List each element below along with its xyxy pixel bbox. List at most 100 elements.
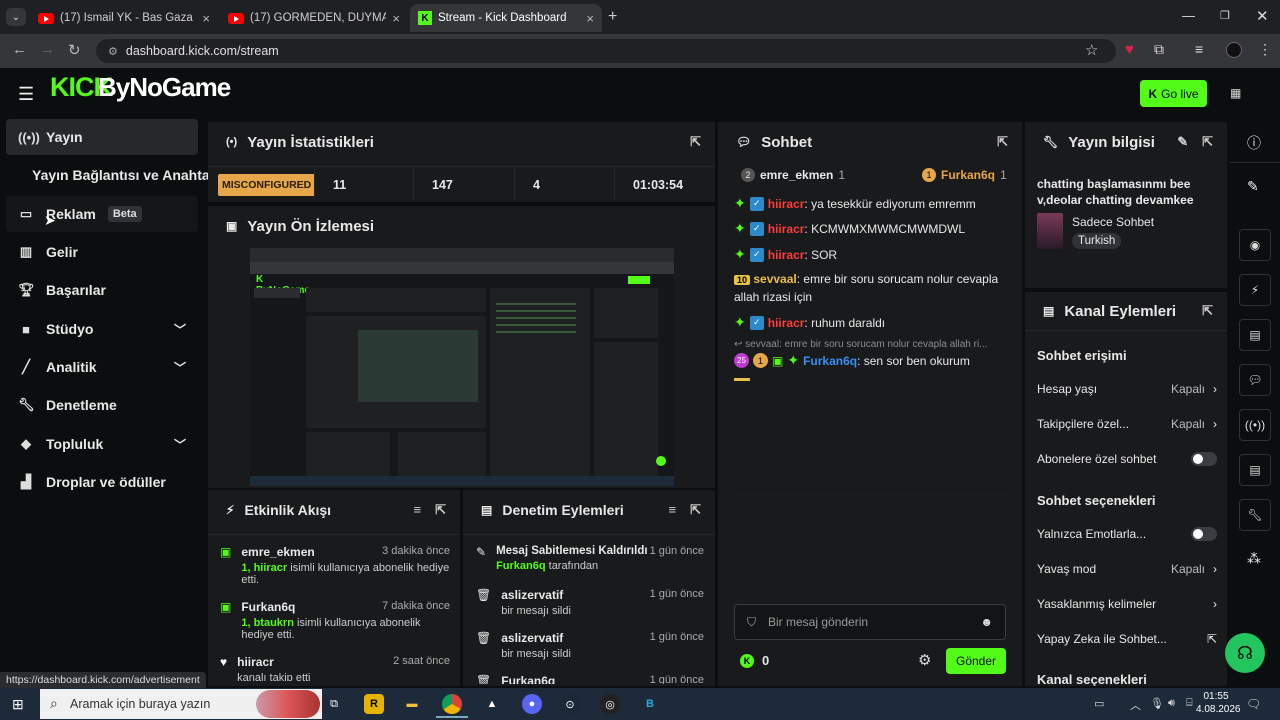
address-bar[interactable]: ⚙ dashboard.kick.com/stream: [96, 39, 1116, 63]
sidebar-item-studyo[interactable]: ■ Stüdyo ﹀: [6, 311, 198, 347]
layout-icon[interactable]: ▦: [1230, 86, 1241, 100]
chat-message[interactable]: 10 sevvaal: emre bir soru sorucam nolur …: [734, 271, 1014, 306]
chat-input[interactable]: ⛉ Bir mesaj gönderin ☻: [734, 604, 1006, 640]
activity-user[interactable]: emre_ekmen: [241, 545, 314, 559]
chat-message[interactable]: ✦ ✓ hiiracr: SOR: [734, 246, 837, 263]
back-icon[interactable]: ←: [12, 41, 27, 58]
browser-tab-1[interactable]: (17) İsmail YK - Bas Gaza (Offici ×: [30, 4, 218, 32]
stream-preview-video[interactable]: K ByNoGame: [250, 248, 674, 486]
popout-icon[interactable]: ⇱: [1202, 303, 1213, 319]
chrome-icon[interactable]: [442, 694, 462, 714]
followers-only-row[interactable]: Takipçilere özel... Kapalı ›: [1037, 414, 1217, 434]
popout-icon[interactable]: ⇱: [435, 502, 446, 518]
lightning-icon[interactable]: ⚡︎: [1239, 274, 1271, 306]
chat-top-user[interactable]: 2 emre_ekmen 1: [741, 168, 845, 182]
restore-icon[interactable]: ❐: [1220, 9, 1230, 22]
close-icon[interactable]: ×: [586, 11, 594, 26]
filter-icon[interactable]: ≡: [669, 502, 677, 518]
sidebar-item-basarilar[interactable]: 🏆︎ Başarılar: [6, 272, 198, 308]
chat-username[interactable]: Furkan6q: [803, 354, 857, 368]
document-icon[interactable]: ▤: [1239, 319, 1271, 351]
broadcast-icon[interactable]: ((•)): [1239, 409, 1271, 441]
emoji-icon[interactable]: ☻: [980, 615, 993, 629]
slow-mode-row[interactable]: Yavaş mod Kapalı ›: [1037, 559, 1217, 579]
windows-start-icon[interactable]: ⊞: [12, 696, 24, 713]
app-icon[interactable]: ▲: [482, 694, 502, 714]
banned-words-row[interactable]: Yasaklanmış kelimeler ›: [1037, 594, 1217, 614]
support-headset-icon[interactable]: ☊: [1225, 633, 1265, 673]
profile-avatar[interactable]: [1226, 42, 1242, 58]
popout-icon[interactable]: ⇱: [1202, 134, 1213, 150]
go-live-button[interactable]: K Go live: [1140, 80, 1207, 107]
sidebar-item-stream-key[interactable]: Yayın Bağlantısı ve Anahtarı: [6, 157, 219, 193]
bookmark-star-icon[interactable]: ☆: [1085, 41, 1098, 59]
reply-preview[interactable]: ↩ sevvaal: emre bir soru sorucam nolur c…: [734, 339, 988, 350]
extensions-icon[interactable]: ⧉: [1154, 41, 1164, 58]
chat-message[interactable]: ✦ ✓ hiiracr: ya tesekkür ediyorum emremm: [734, 195, 976, 212]
camera-icon[interactable]: ◉: [1239, 229, 1271, 261]
chat-username[interactable]: hiiracr: [768, 197, 805, 211]
moderation-action-title[interactable]: aslizervatif: [501, 588, 563, 602]
chat-username[interactable]: sevvaal: [753, 272, 796, 286]
edit-pencil-icon[interactable]: ✎: [1247, 178, 1259, 195]
window-close-icon[interactable]: ✕: [1256, 7, 1269, 25]
ai-chat-row[interactable]: Yapay Zeka ile Sohbet... ⇱: [1037, 629, 1217, 649]
account-age-row[interactable]: Hesap yaşı Kapalı ›: [1037, 379, 1217, 399]
obs-icon[interactable]: ◎: [600, 694, 620, 714]
sidebar-item-droplar[interactable]: ▟ Droplar ve ödüller: [6, 464, 198, 500]
activity-user[interactable]: Furkan6q: [241, 600, 295, 614]
media-icon[interactable]: ≡: [1195, 41, 1203, 57]
chat-bubble-icon[interactable]: 💬︎: [1239, 364, 1271, 396]
popout-icon[interactable]: ⇱: [997, 134, 1008, 150]
file-explorer-icon[interactable]: ▬: [402, 694, 422, 714]
browser-tab-3[interactable]: K Stream - Kick Dashboard ×: [410, 4, 602, 32]
chat-username[interactable]: hiiracr: [768, 316, 805, 330]
channel-icon[interactable]: ▤: [1239, 454, 1271, 486]
sidebar-item-yayin[interactable]: ((•)) Yayın: [6, 119, 198, 155]
info-icon[interactable]: ⓘ: [1247, 133, 1261, 153]
extension-heart-icon[interactable]: ♥: [1125, 41, 1134, 58]
activity-user[interactable]: hiiracr: [237, 655, 274, 669]
tray-chevron-up-icon[interactable]: ︿: [1130, 697, 1141, 713]
sidebar-item-gelir[interactable]: ▥ Gelir: [6, 234, 198, 270]
popout-icon[interactable]: ⇱: [690, 134, 701, 150]
share-icon[interactable]: ⁂: [1247, 550, 1261, 567]
activity-highlight[interactable]: 1, hiiracr: [241, 562, 287, 574]
close-icon[interactable]: ×: [392, 11, 400, 26]
sidebar-item-topluluk[interactable]: ◆ Topluluk ﹀: [6, 426, 198, 462]
subscribers-only-toggle[interactable]: [1191, 452, 1217, 466]
chevron-down-icon[interactable]: ﹀: [174, 321, 186, 338]
send-button[interactable]: Gönder: [946, 648, 1006, 674]
moderation-action-title[interactable]: Furkan6q: [501, 674, 555, 684]
sidebar-item-analitik[interactable]: ╱ Analitik ﹀: [6, 349, 198, 385]
reload-icon[interactable]: ↻: [68, 41, 81, 59]
app-icon-b[interactable]: B: [640, 694, 660, 714]
tab-search-button[interactable]: ⌄: [6, 8, 26, 26]
hamburger-menu-icon[interactable]: ☰: [18, 84, 34, 105]
close-icon[interactable]: ×: [202, 11, 210, 26]
site-info-icon[interactable]: ⚙: [108, 45, 118, 58]
wrench-icon[interactable]: 🔧︎: [1239, 499, 1271, 531]
logo[interactable]: KICK ByNoGame: [50, 72, 231, 103]
minimize-icon[interactable]: —: [1182, 8, 1195, 23]
task-view-icon[interactable]: ⧉: [324, 694, 344, 714]
moderator-user[interactable]: Furkan6q: [496, 560, 546, 572]
menu-dots-icon[interactable]: ⋮: [1258, 41, 1272, 58]
steam-icon[interactable]: ⊙: [560, 694, 580, 714]
sidebar-item-reklam[interactable]: ▭ Reklam Beta: [6, 196, 198, 232]
discord-icon[interactable]: ●: [522, 694, 542, 714]
moderation-action-title[interactable]: aslizervatif: [501, 631, 563, 645]
chevron-down-icon[interactable]: ﹀: [174, 436, 186, 453]
channel-points[interactable]: K 0: [740, 653, 769, 668]
microphone-icon[interactable]: 🎙︎: [1150, 697, 1164, 710]
chat-message[interactable]: 25 1 ▣ ✦ Furkan6q: sen sor ben okurum: [734, 352, 970, 369]
category-name[interactable]: Sadece Sohbet: [1072, 215, 1154, 229]
taskbar-clock[interactable]: 01:55 4.08.2026: [1196, 690, 1241, 716]
popout-icon[interactable]: ⇱: [690, 502, 701, 518]
emote-only-toggle[interactable]: [1191, 527, 1217, 541]
language-tag[interactable]: Turkish: [1072, 233, 1122, 249]
chat-settings-gear-icon[interactable]: ⚙: [918, 651, 931, 669]
chat-top-user[interactable]: 1 Furkan6q 1: [922, 168, 1007, 182]
notification-icon[interactable]: 🗨︎: [1246, 697, 1261, 711]
forward-icon[interactable]: →: [40, 41, 55, 58]
